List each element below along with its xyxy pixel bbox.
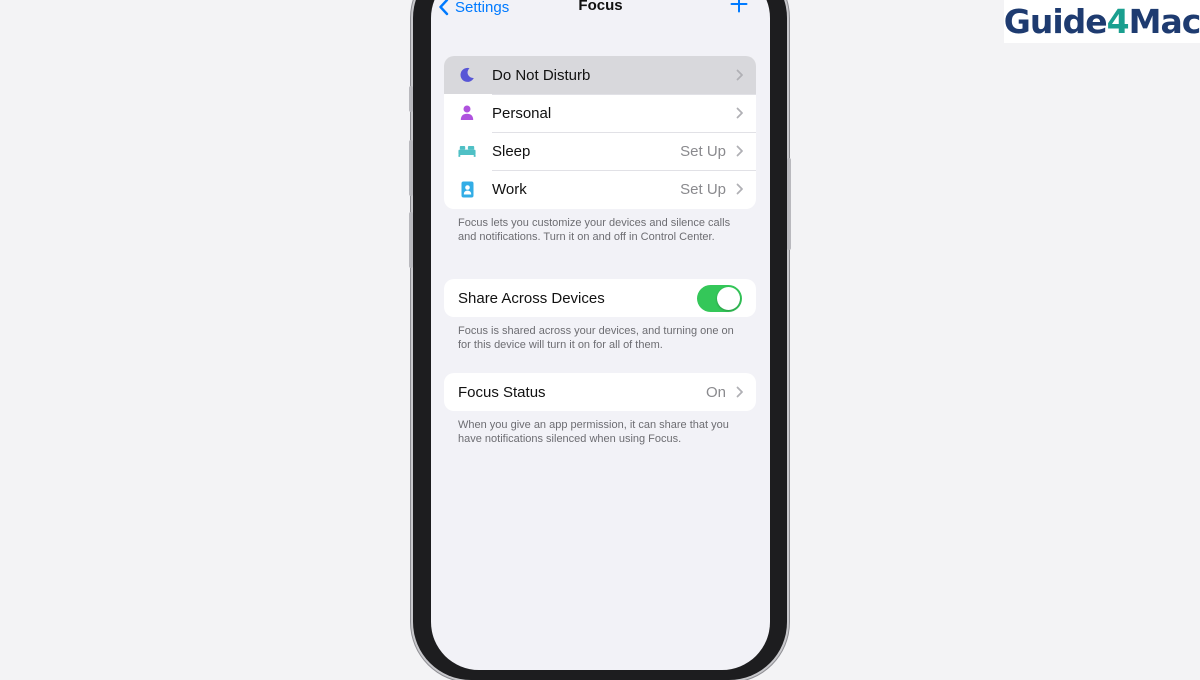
power-button xyxy=(787,158,791,250)
logo-text-4: 4 xyxy=(1106,2,1130,41)
focus-modes-list: Do Not Disturb Personal Sleep Set Up Wor… xyxy=(444,56,756,209)
share-footnote: Focus is shared across your devices, and… xyxy=(458,325,734,351)
volume-up-button xyxy=(409,140,413,196)
share-across-devices-toggle[interactable] xyxy=(697,285,742,312)
share-across-devices-row: Share Across Devices xyxy=(444,279,756,317)
focus-mode-personal[interactable]: Personal xyxy=(444,94,756,132)
focus-status-footnote: When you give an app permission, it can … xyxy=(458,419,729,445)
toggle-knob xyxy=(717,287,740,310)
focus-status-label: Focus Status xyxy=(458,384,546,401)
logo-text-mac: Mac xyxy=(1128,2,1200,41)
chevron-right-icon xyxy=(736,145,743,157)
bed-icon xyxy=(458,142,476,160)
guide4mac-logo: Guide 4 Mac xyxy=(1004,0,1200,43)
row-separator xyxy=(492,94,756,95)
focus-mode-sleep[interactable]: Sleep Set Up xyxy=(444,132,756,170)
focus-mode-label: Personal xyxy=(492,105,552,122)
row-separator xyxy=(492,170,756,171)
phone-screen: Settings Focus Do Not Disturb Personal S… xyxy=(431,0,770,670)
focus-status-group: Focus Status On xyxy=(444,373,756,411)
row-separator xyxy=(492,132,756,133)
person-icon xyxy=(458,104,476,122)
chevron-right-icon xyxy=(736,386,743,398)
logo-text-guide: Guide xyxy=(1003,2,1108,41)
chevron-right-icon xyxy=(736,183,743,195)
badge-icon xyxy=(458,180,476,198)
set-up-label: Set Up xyxy=(680,143,726,160)
focus-status-value: On xyxy=(705,384,726,401)
navigation-bar: Settings Focus xyxy=(431,0,770,26)
focus-status-row[interactable]: Focus Status On xyxy=(444,373,756,411)
page-title: Focus xyxy=(578,0,623,14)
set-up-label: Set Up xyxy=(680,181,726,198)
focus-mode-do-not-disturb[interactable]: Do Not Disturb xyxy=(444,56,756,94)
share-across-devices-group: Share Across Devices xyxy=(444,279,756,317)
focus-mode-work[interactable]: Work Set Up xyxy=(444,170,756,208)
focus-footnote: Focus lets you customize your devices an… xyxy=(458,217,731,243)
focus-mode-label: Work xyxy=(492,181,527,198)
plus-icon xyxy=(730,0,748,13)
add-focus-button[interactable] xyxy=(730,0,748,18)
chevron-right-icon xyxy=(736,69,743,81)
chevron-right-icon xyxy=(736,107,743,119)
focus-mode-label: Do Not Disturb xyxy=(492,67,591,84)
share-across-devices-label: Share Across Devices xyxy=(458,290,605,307)
focus-mode-label: Sleep xyxy=(492,143,531,160)
moon-icon xyxy=(458,66,476,84)
volume-down-button xyxy=(409,212,413,268)
silent-switch xyxy=(409,86,413,112)
